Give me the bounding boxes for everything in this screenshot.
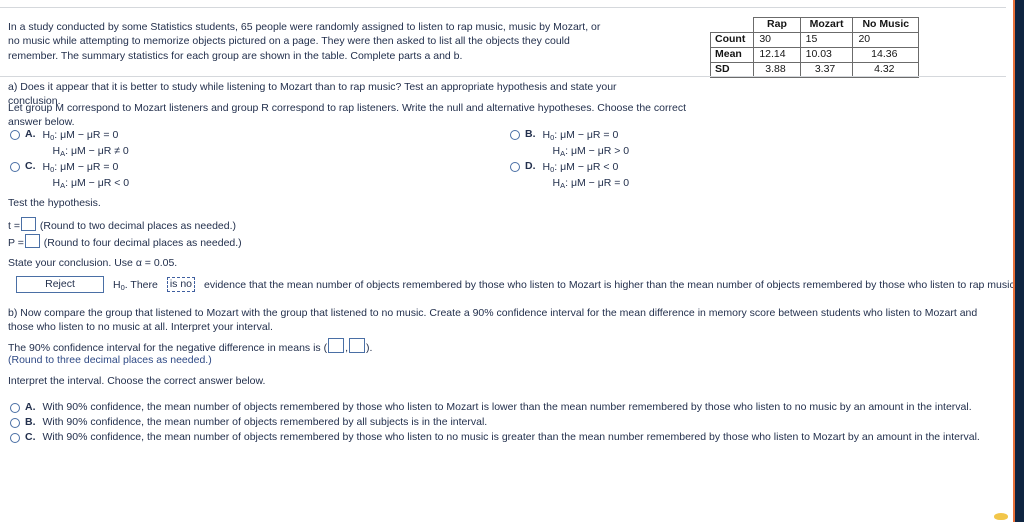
interpret-option-c[interactable]: C. With 90% confidence, the mean number … <box>10 431 980 443</box>
part-b-question: b) Now compare the group that listened t… <box>8 307 978 333</box>
option-text: H0: μM − μR = 0 HA: μM − μR > 0 <box>543 128 630 159</box>
alt-hypothesis-line: HA: μM − μR ≠ 0 <box>52 144 129 158</box>
section-divider <box>0 76 1006 77</box>
option-d-hypotheses[interactable]: D. H0: μM − μR < 0 HA: μM − μR = 0 <box>510 160 629 191</box>
right-edge-panel <box>1015 0 1024 522</box>
option-letter: B. <box>525 128 536 140</box>
decision-dropdown[interactable]: Reject <box>16 276 104 293</box>
count-mozart: 15 <box>799 32 854 48</box>
null-hypothesis-line: H0: μM − μR < 0 <box>542 161 619 174</box>
null-hypothesis-line: H0: μM − μR = 0 <box>42 161 119 174</box>
radio-icon[interactable] <box>10 403 20 413</box>
option-letter: A. <box>25 401 36 413</box>
t-value-input[interactable] <box>20 217 36 231</box>
column-header-no-music: No Music <box>852 17 920 33</box>
option-text: With 90% confidence, the mean number of … <box>42 431 980 443</box>
radio-icon[interactable] <box>10 162 20 172</box>
option-text: With 90% confidence, the mean number of … <box>42 401 972 413</box>
interpret-prompt: Interpret the interval. Choose the corre… <box>8 375 266 387</box>
mean-mozart: 10.03 <box>799 47 854 63</box>
row-header-count: Count <box>709 32 755 48</box>
t-hint: (Round to two decimal places as needed.) <box>39 220 237 232</box>
t-label: t = <box>8 220 20 232</box>
p-value-input[interactable] <box>24 234 40 248</box>
null-hypothesis-line: H0: μM − μR = 0 <box>42 129 119 142</box>
radio-icon[interactable] <box>510 130 520 140</box>
null-hypothesis-line: H0: μM − μR = 0 <box>542 129 619 142</box>
after-decision-text: . There <box>124 278 158 291</box>
count-rap: 30 <box>753 32 801 48</box>
interpret-option-a[interactable]: A. With 90% confidence, the mean number … <box>10 401 972 413</box>
ci-separator: , <box>345 342 348 354</box>
table-corner-cell <box>710 17 755 33</box>
ci-lower-input[interactable] <box>328 338 345 353</box>
alt-hypothesis-line: HA: μM − μR > 0 <box>552 144 630 158</box>
alt-hypothesis-line: HA: μM − μR < 0 <box>52 176 130 190</box>
row-header-mean: Mean <box>709 47 755 63</box>
mean-no-music: 14.36 <box>852 47 920 63</box>
radio-icon[interactable] <box>10 418 20 428</box>
option-letter: B. <box>25 416 36 428</box>
option-a-hypotheses[interactable]: A. H0: μM − μR = 0 HA: μM − μR ≠ 0 <box>10 128 129 159</box>
table-header-row: Rap Mozart No Music <box>710 17 920 33</box>
column-header-rap: Rap <box>753 17 801 33</box>
radio-icon[interactable] <box>10 130 20 140</box>
option-c-hypotheses[interactable]: C. H0: μM − μR = 0 HA: μM − μR < 0 <box>10 160 129 191</box>
conclusion-prompt: State your conclusion. Use α = 0.05. <box>8 257 178 269</box>
ci-rounding-hint: (Round to three decimal places as needed… <box>8 354 212 366</box>
option-text: With 90% confidence, the mean number of … <box>42 416 488 428</box>
option-letter: A. <box>25 128 36 140</box>
interpret-option-b[interactable]: B. With 90% confidence, the mean number … <box>10 416 487 428</box>
count-no-music: 20 <box>852 32 920 48</box>
table-row: Count 30 15 20 <box>709 32 920 48</box>
t-statistic-row: t = (Round to two decimal places as need… <box>8 217 236 233</box>
option-text: H0: μM − μR < 0 HA: μM − μR = 0 <box>543 160 630 191</box>
radio-icon[interactable] <box>10 433 20 443</box>
option-b-hypotheses[interactable]: B. H0: μM − μR = 0 HA: μM − μR > 0 <box>510 128 629 159</box>
option-letter: D. <box>525 160 536 172</box>
summary-statistics-table: Rap Mozart No Music Count 30 15 20 Mean … <box>709 17 920 78</box>
option-letter: C. <box>25 431 36 443</box>
problem-statement: In a study conducted by some Statistics … <box>8 21 601 62</box>
ci-suffix-text: ). <box>366 342 373 354</box>
option-text: H0: μM − μR = 0 HA: μM − μR ≠ 0 <box>43 128 129 159</box>
option-text: H0: μM − μR = 0 HA: μM − μR < 0 <box>43 160 130 191</box>
status-indicator-dot <box>994 513 1008 520</box>
page-root: In a study conducted by some Statistics … <box>0 0 1024 522</box>
alt-hypothesis-line: HA: μM − μR = 0 <box>552 176 630 190</box>
h-null-label: H0 <box>113 278 125 292</box>
option-letter: C. <box>25 160 36 172</box>
p-hint: (Round to four decimal places as needed.… <box>43 237 242 249</box>
column-header-mozart: Mozart <box>799 17 854 33</box>
mean-rap: 12.14 <box>753 47 801 63</box>
conclusion-tail-text: evidence that the mean number of objects… <box>204 278 1018 291</box>
conclusion-statement: Reject H0 . There is no evidence that th… <box>16 276 1018 293</box>
ci-upper-input[interactable] <box>349 338 365 353</box>
part-a-instruction: Let group M correspond to Mozart listene… <box>8 102 686 128</box>
test-hypothesis-heading: Test the hypothesis. <box>8 197 101 209</box>
radio-icon[interactable] <box>510 162 520 172</box>
evidence-dropdown[interactable]: is no <box>166 277 196 292</box>
question-content: In a study conducted by some Statistics … <box>0 0 1018 522</box>
p-value-row: P = (Round to four decimal places as nee… <box>8 234 242 250</box>
p-label: P = <box>8 237 24 249</box>
table-row: Mean 12.14 10.03 14.36 <box>709 47 920 63</box>
